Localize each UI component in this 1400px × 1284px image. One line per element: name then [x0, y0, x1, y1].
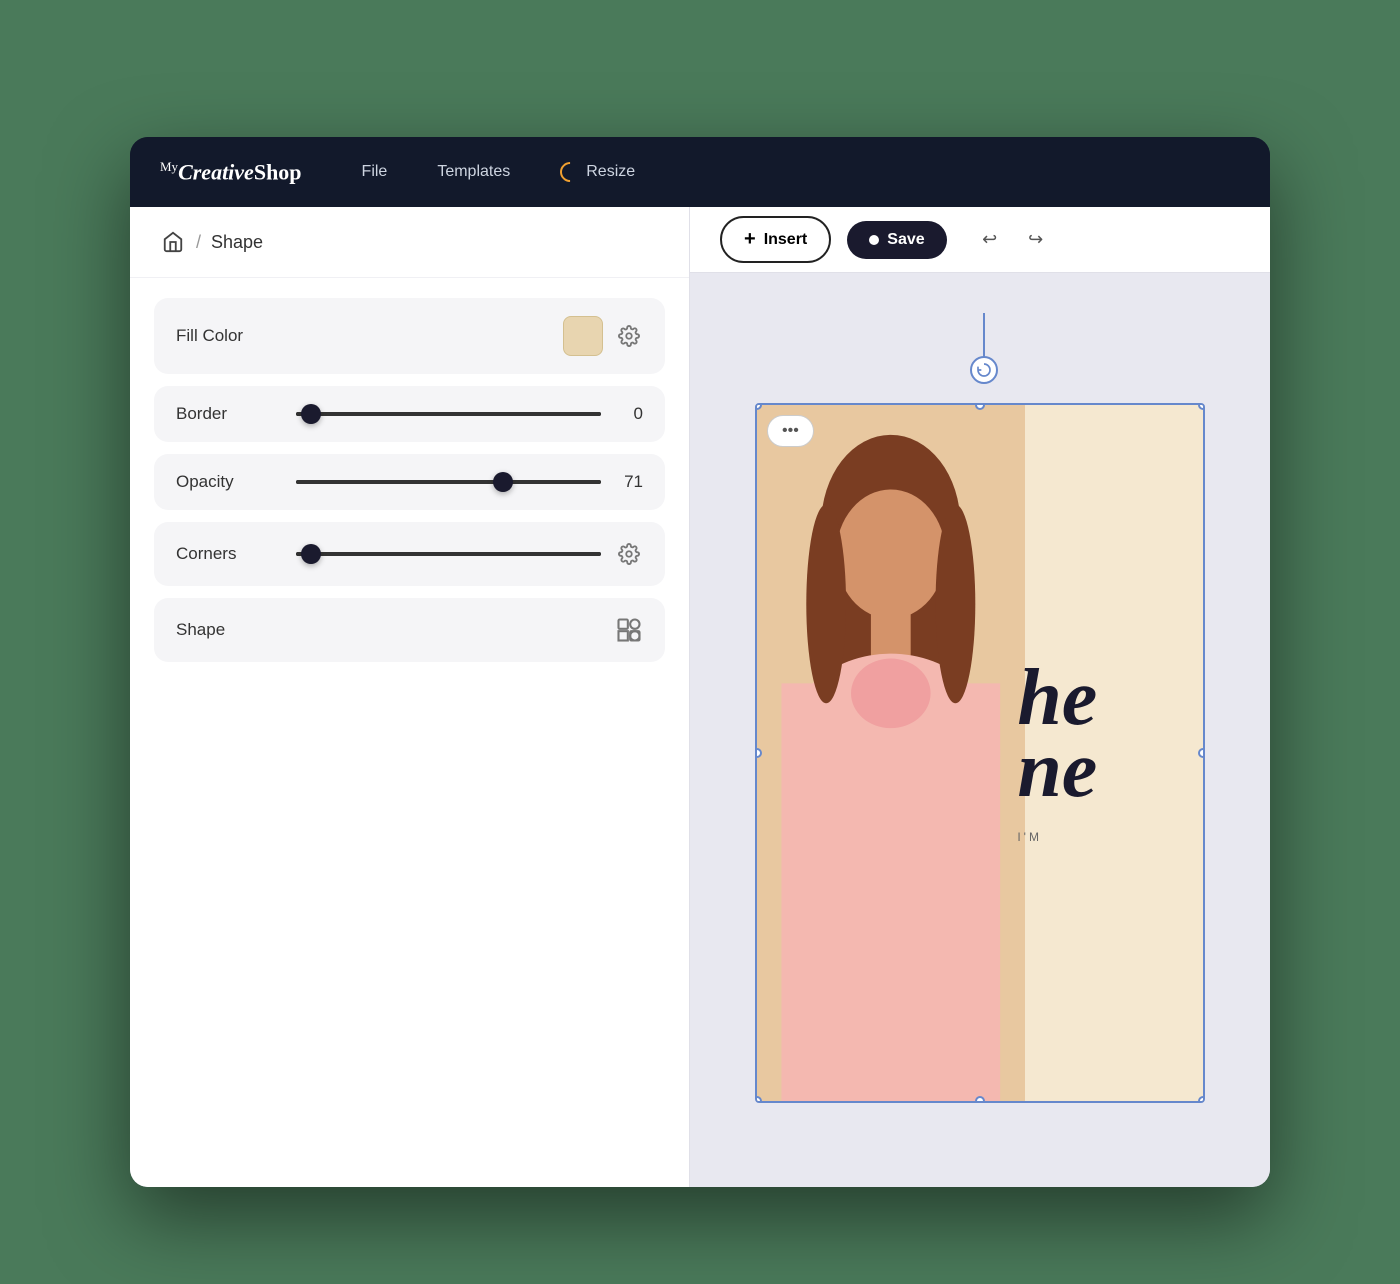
rotate-handle-area	[970, 313, 998, 384]
border-slider-container: 0	[296, 404, 643, 424]
corners-card: Corners	[154, 522, 665, 586]
save-button[interactable]: Save	[847, 221, 946, 259]
design-text-area: he ne I'M	[1002, 405, 1203, 1101]
border-card: Border 0	[154, 386, 665, 442]
shape-card: Shape	[154, 598, 665, 662]
controls-panel: Fill Color Border	[130, 278, 689, 682]
color-swatch[interactable]	[563, 316, 603, 356]
fill-color-label: Fill Color	[176, 326, 276, 346]
opacity-label: Opacity	[176, 472, 276, 492]
design-image-area: he ne I'M	[757, 405, 1203, 1101]
canvas-area: + Insert Save ↩ ↪	[690, 207, 1270, 1187]
opacity-card: Opacity 71	[154, 454, 665, 510]
breadcrumb-current: Shape	[211, 232, 263, 253]
shape-picker-icon[interactable]	[615, 616, 643, 644]
design-subtext: I'M	[1017, 830, 1188, 844]
corners-label: Corners	[176, 544, 276, 564]
opacity-slider[interactable]	[296, 480, 601, 484]
woman-figure	[757, 405, 1025, 1101]
logo-text: MyCreativeShop	[160, 159, 302, 185]
redo-button[interactable]: ↪	[1017, 221, 1055, 259]
design-text-line2: ne	[1017, 734, 1188, 806]
border-label: Border	[176, 404, 276, 424]
home-icon[interactable]	[160, 229, 186, 255]
fill-color-card: Fill Color	[154, 298, 665, 374]
corners-slider[interactable]	[296, 552, 601, 556]
navbar: MyCreativeShop File Templates Resize	[130, 137, 1270, 207]
handle-middle-right[interactable]	[1198, 748, 1205, 758]
handle-bottom-middle[interactable]	[975, 1096, 985, 1103]
resize-icon	[556, 158, 584, 186]
breadcrumb-separator: /	[196, 232, 201, 253]
canvas-viewport: •••	[690, 273, 1270, 1187]
undo-button[interactable]: ↩	[971, 221, 1009, 259]
handle-top-right[interactable]	[1198, 403, 1205, 410]
corners-settings-icon[interactable]	[615, 540, 643, 568]
corners-slider-container	[296, 540, 643, 568]
insert-button[interactable]: + Insert	[720, 216, 831, 263]
left-panel: / Shape Fill Color	[130, 207, 690, 1187]
shape-label: Shape	[176, 620, 276, 640]
more-options-button[interactable]: •••	[767, 415, 814, 447]
nav-templates[interactable]: Templates	[437, 163, 510, 181]
undo-redo-group: ↩ ↪	[971, 221, 1055, 259]
opacity-value: 71	[615, 472, 643, 492]
logo: MyCreativeShop	[160, 159, 302, 185]
handle-bottom-left[interactable]	[755, 1096, 762, 1103]
save-dot-icon	[869, 235, 879, 245]
rotate-handle[interactable]	[970, 356, 998, 384]
opacity-slider-container: 71	[296, 472, 643, 492]
border-value: 0	[615, 404, 643, 424]
handle-bottom-right[interactable]	[1198, 1096, 1205, 1103]
border-slider[interactable]	[296, 412, 601, 416]
fill-settings-icon[interactable]	[615, 322, 643, 350]
canvas-toolbar: + Insert Save ↩ ↪	[690, 207, 1270, 273]
nav-resize[interactable]: Resize	[560, 162, 635, 182]
main-content: / Shape Fill Color	[130, 207, 1270, 1187]
breadcrumb: / Shape	[130, 207, 689, 278]
fill-color-right	[563, 316, 643, 356]
nav-file[interactable]: File	[362, 163, 388, 181]
nav-links: File Templates Resize	[362, 162, 636, 182]
design-card: •••	[755, 403, 1205, 1103]
design-text-line1: he	[1017, 662, 1188, 734]
rotate-line	[983, 313, 985, 358]
